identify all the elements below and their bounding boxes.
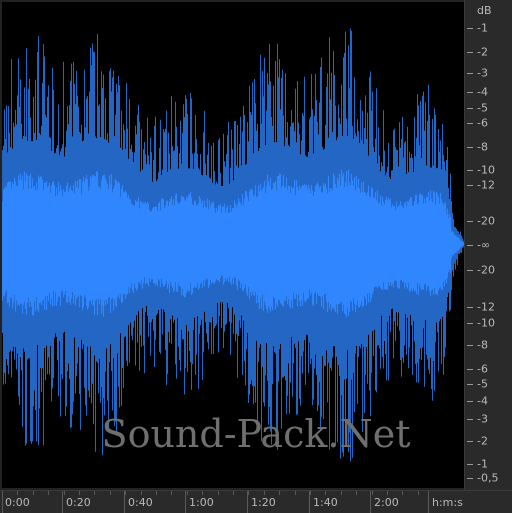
- time-minor-tick: [233, 491, 234, 495]
- time-minor-tick: [171, 491, 172, 495]
- time-label: 0:00: [5, 496, 30, 509]
- time-unit-label: h:m:s: [432, 496, 463, 509]
- db-tick: [467, 401, 473, 402]
- time-minor-tick: [295, 491, 296, 495]
- time-minor-tick: [402, 491, 403, 495]
- db-label: -8: [477, 338, 488, 352]
- time-label: 1:00: [189, 496, 214, 509]
- time-minor-tick: [310, 491, 311, 495]
- time-minor-tick: [418, 491, 419, 495]
- db-label: -12: [477, 300, 495, 314]
- db-label: -∞: [477, 238, 491, 252]
- db-tick: [467, 464, 473, 465]
- time-minor-tick: [279, 491, 280, 495]
- time-minor-tick: [218, 491, 219, 495]
- db-label: -5: [477, 377, 488, 391]
- db-label: -6: [477, 362, 488, 376]
- db-label: -1: [477, 457, 488, 471]
- db-label: -5: [477, 101, 488, 115]
- time-minor-tick: [372, 491, 373, 495]
- db-label: -20: [477, 263, 495, 277]
- db-tick: [467, 307, 473, 308]
- db-tick: [467, 52, 473, 53]
- time-minor-tick: [156, 491, 157, 495]
- time-label: 0:40: [128, 496, 153, 509]
- time-minor-tick: [141, 491, 142, 495]
- time-minor-tick: [17, 491, 18, 495]
- db-tick: [467, 92, 473, 93]
- audio-editor: dB -1 -2 -3 -4 -5 -6 -8 -10 -12 -20 -∞ -…: [0, 0, 512, 513]
- db-tick: [467, 245, 473, 246]
- db-tick: [467, 369, 473, 370]
- time-minor-tick: [356, 491, 357, 495]
- db-label: -0,5: [477, 471, 499, 485]
- db-tick: [467, 441, 473, 442]
- time-minor-tick: [325, 491, 326, 495]
- db-tick: [467, 108, 473, 109]
- waveform[interactable]: [2, 2, 464, 488]
- db-tick: [467, 419, 473, 420]
- time-tick: [428, 491, 429, 513]
- waveform-view[interactable]: [2, 2, 464, 488]
- db-label: -2: [477, 45, 488, 59]
- db-label: -10: [477, 163, 495, 177]
- time-minor-tick: [125, 491, 126, 495]
- db-label: -10: [477, 316, 495, 330]
- db-tick: [467, 28, 473, 29]
- time-tick: [185, 491, 186, 513]
- db-label: -3: [477, 66, 488, 80]
- time-label: 2:00: [374, 496, 399, 509]
- db-tick: [467, 73, 473, 74]
- time-minor-tick: [48, 491, 49, 495]
- time-label: 1:20: [251, 496, 276, 509]
- db-tick: [467, 221, 473, 222]
- time-tick: [62, 491, 63, 513]
- time-minor-tick: [387, 491, 388, 495]
- time-minor-tick: [248, 491, 249, 495]
- time-minor-tick: [341, 491, 342, 495]
- time-minor-tick: [202, 491, 203, 495]
- db-tick: [467, 123, 473, 124]
- time-minor-tick: [110, 491, 111, 495]
- db-label: -20: [477, 214, 495, 228]
- db-tick: [467, 147, 473, 148]
- db-label: -6: [477, 116, 488, 130]
- db-tick: [467, 270, 473, 271]
- amplitude-ruler: dB -1 -2 -3 -4 -5 -6 -8 -10 -12 -20 -∞ -…: [464, 0, 512, 490]
- db-tick: [467, 384, 473, 385]
- time-minor-tick: [79, 491, 80, 495]
- db-tick: [467, 170, 473, 171]
- db-label: -4: [477, 394, 488, 408]
- db-label: -3: [477, 412, 488, 426]
- db-label: -1: [477, 21, 488, 35]
- time-minor-tick: [264, 491, 265, 495]
- db-label: -12: [477, 178, 495, 192]
- time-label: 0:20: [66, 496, 91, 509]
- db-label: -2: [477, 434, 488, 448]
- time-minor-tick: [64, 491, 65, 495]
- time-minor-tick: [33, 491, 34, 495]
- db-tick: [467, 323, 473, 324]
- db-unit-label: dB: [477, 4, 492, 17]
- time-tick: [370, 491, 371, 513]
- time-label: 1:40: [313, 496, 338, 509]
- db-label: -4: [477, 85, 488, 99]
- db-tick: [467, 345, 473, 346]
- time-minor-tick: [187, 491, 188, 495]
- db-label: -8: [477, 140, 488, 154]
- db-tick: [467, 185, 473, 186]
- time-minor-tick: [2, 491, 3, 495]
- time-minor-tick: [94, 491, 95, 495]
- time-ruler[interactable]: 0:00 0:20 0:40 1:00 1:20 1:40 2:00 h:m:s: [0, 490, 512, 513]
- db-tick: [467, 478, 473, 479]
